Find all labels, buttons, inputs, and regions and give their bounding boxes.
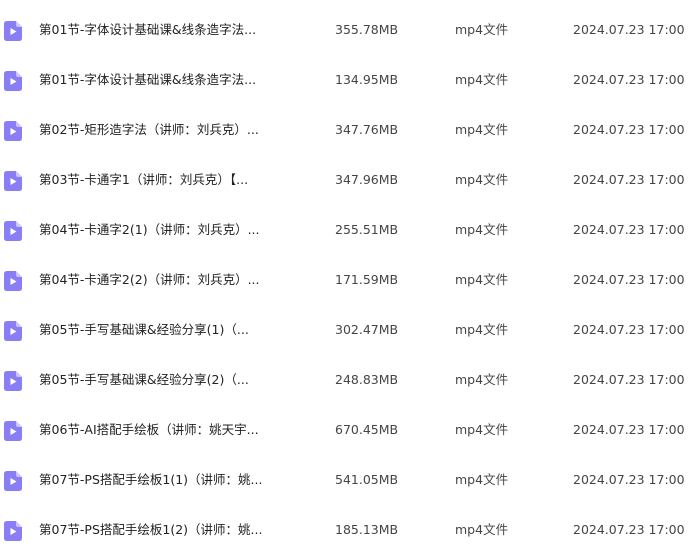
video-file-icon: [4, 371, 22, 391]
file-type: mp4文件: [455, 472, 509, 487]
video-file-icon: [4, 171, 22, 191]
file-type: mp4文件: [455, 272, 509, 287]
file-name[interactable]: 第04节-卡通字2(2)（讲师：刘兵克）...: [39, 255, 279, 305]
file-row[interactable]: 第05节-手写基础课&经验分享(1)（... 302.47MB mp4文件 20…: [0, 305, 689, 355]
file-size: 255.51MB: [335, 222, 399, 237]
file-modified-date: 2024.07.23 17:00: [573, 72, 685, 87]
file-name[interactable]: 第07节-PS搭配手绘板1(2)（讲师：姚...: [39, 505, 279, 555]
file-modified-date: 2024.07.23 17:00: [573, 272, 685, 287]
file-type: mp4文件: [455, 222, 509, 237]
file-name[interactable]: 第07节-PS搭配手绘板1(1)（讲师：姚...: [39, 455, 279, 505]
file-modified-date: 2024.07.23 17:00: [573, 122, 685, 137]
file-size: 185.13MB: [335, 522, 399, 537]
file-row[interactable]: 第05节-手写基础课&经验分享(2)（... 248.83MB mp4文件 20…: [0, 355, 689, 405]
file-type: mp4文件: [455, 172, 509, 187]
file-name[interactable]: 第05节-手写基础课&经验分享(2)（...: [39, 355, 279, 405]
video-file-icon: [4, 271, 22, 291]
file-modified-date: 2024.07.23 17:00: [573, 222, 685, 237]
file-type: mp4文件: [455, 72, 509, 87]
file-row[interactable]: 第07节-PS搭配手绘板1(2)（讲师：姚... 185.13MB mp4文件 …: [0, 505, 689, 555]
file-row[interactable]: 第02节-矩形造字法（讲师：刘兵克）... 347.76MB mp4文件 202…: [0, 105, 689, 155]
file-list: 第01节-字体设计基础课&线条造字法... 355.78MB mp4文件 202…: [0, 5, 689, 555]
file-name[interactable]: 第03节-卡通字1（讲师：刘兵克）【...: [39, 155, 279, 205]
file-modified-date: 2024.07.23 17:00: [573, 522, 685, 537]
file-type: mp4文件: [455, 422, 509, 437]
file-name[interactable]: 第04节-卡通字2(1)（讲师：刘兵克）...: [39, 205, 279, 255]
file-modified-date: 2024.07.23 17:00: [573, 422, 685, 437]
file-modified-date: 2024.07.23 17:00: [573, 322, 685, 337]
file-size: 134.95MB: [335, 72, 399, 87]
file-size: 171.59MB: [335, 272, 399, 287]
file-size: 541.05MB: [335, 472, 399, 487]
video-file-icon: [4, 521, 22, 541]
file-size: 248.83MB: [335, 372, 399, 387]
file-modified-date: 2024.07.23 17:00: [573, 22, 685, 37]
file-row[interactable]: 第04节-卡通字2(2)（讲师：刘兵克）... 171.59MB mp4文件 2…: [0, 255, 689, 305]
video-file-icon: [4, 421, 22, 441]
file-name[interactable]: 第06节-AI搭配手绘板（讲师：姚天宇...: [39, 405, 279, 455]
file-name[interactable]: 第05节-手写基础课&经验分享(1)（...: [39, 305, 279, 355]
file-modified-date: 2024.07.23 17:00: [573, 172, 685, 187]
file-row[interactable]: 第03节-卡通字1（讲师：刘兵克）【... 347.96MB mp4文件 202…: [0, 155, 689, 205]
video-file-icon: [4, 221, 22, 241]
file-row[interactable]: 第06节-AI搭配手绘板（讲师：姚天宇... 670.45MB mp4文件 20…: [0, 405, 689, 455]
file-size: 355.78MB: [335, 22, 399, 37]
file-name[interactable]: 第01节-字体设计基础课&线条造字法...: [39, 55, 279, 105]
file-size: 347.96MB: [335, 172, 399, 187]
file-size: 670.45MB: [335, 422, 399, 437]
file-row[interactable]: 第01节-字体设计基础课&线条造字法... 134.95MB mp4文件 202…: [0, 55, 689, 105]
video-file-icon: [4, 21, 22, 41]
video-file-icon: [4, 121, 22, 141]
file-name[interactable]: 第02节-矩形造字法（讲师：刘兵克）...: [39, 105, 279, 155]
file-size: 302.47MB: [335, 322, 399, 337]
video-file-icon: [4, 471, 22, 491]
video-file-icon: [4, 321, 22, 341]
file-row[interactable]: 第04节-卡通字2(1)（讲师：刘兵克）... 255.51MB mp4文件 2…: [0, 205, 689, 255]
file-type: mp4文件: [455, 122, 509, 137]
file-type: mp4文件: [455, 322, 509, 337]
file-row[interactable]: 第01节-字体设计基础课&线条造字法... 355.78MB mp4文件 202…: [0, 5, 689, 55]
file-name[interactable]: 第01节-字体设计基础课&线条造字法...: [39, 5, 279, 55]
file-modified-date: 2024.07.23 17:00: [573, 372, 685, 387]
video-file-icon: [4, 71, 22, 91]
file-size: 347.76MB: [335, 122, 399, 137]
file-type: mp4文件: [455, 522, 509, 537]
file-modified-date: 2024.07.23 17:00: [573, 472, 685, 487]
file-type: mp4文件: [455, 372, 509, 387]
file-row[interactable]: 第07节-PS搭配手绘板1(1)（讲师：姚... 541.05MB mp4文件 …: [0, 455, 689, 505]
file-type: mp4文件: [455, 22, 509, 37]
